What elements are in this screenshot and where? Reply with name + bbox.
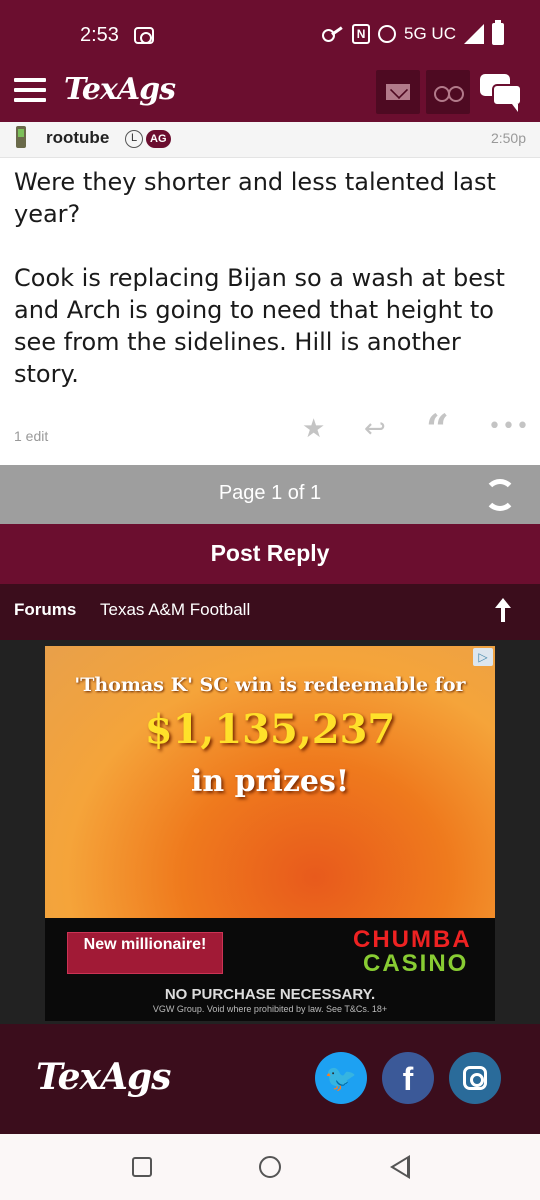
watch-button[interactable]: [426, 70, 470, 114]
mail-icon: [386, 84, 410, 100]
app-header: TexAgs: [0, 68, 540, 122]
footer: TexAgs 🐦 f: [0, 1024, 540, 1134]
edit-note[interactable]: 1 edit: [14, 428, 48, 444]
level-badge: L: [125, 130, 143, 148]
breadcrumb: Forums Texas A&M Football: [0, 584, 540, 640]
pagination-bar: Page 1 of 1: [0, 465, 540, 524]
post-time: 2:50p: [490, 130, 526, 146]
more-options-icon[interactable]: •••: [488, 414, 530, 439]
messages-button[interactable]: [376, 70, 420, 114]
nfc-icon: N: [352, 24, 371, 44]
facebook-icon[interactable]: f: [382, 1052, 434, 1104]
screen-record-icon: [134, 27, 154, 44]
advertisement[interactable]: ▷ 'Thomas K' SC win is redeemable for $1…: [45, 646, 495, 1021]
ad-headline: 'Thomas K' SC win is redeemable for: [74, 674, 466, 696]
ad-amount: $1,135,237: [144, 706, 396, 753]
page-indicator[interactable]: Page 1 of 1: [0, 482, 540, 505]
ad-container: ▷ 'Thomas K' SC win is redeemable for $1…: [0, 640, 540, 1024]
quote-icon[interactable]: “: [426, 406, 449, 453]
ad-banner-bottom: New millionaire! CHUMBA CASINO NO PURCHA…: [45, 918, 495, 1021]
footer-logo[interactable]: TexAgs: [36, 1056, 171, 1098]
ad-prizes-text: in prizes!: [190, 764, 349, 799]
post-author-row: rootube L AG 2:50p: [0, 122, 540, 158]
binoculars-icon: [434, 86, 464, 102]
ag-badge: AG: [146, 130, 171, 148]
status-time: 2:53: [80, 24, 119, 46]
refresh-icon[interactable]: [484, 479, 516, 511]
ad-fine-print: VGW Group. Void where prohibited by law.…: [152, 1004, 388, 1014]
recents-icon[interactable]: [132, 1157, 152, 1177]
reply-icon[interactable]: ↩: [364, 414, 386, 444]
chat-icon[interactable]: [480, 74, 524, 114]
android-nav-bar: [0, 1134, 540, 1200]
post-paragraph: Were they shorter and less talented last…: [14, 168, 496, 228]
status-icons: N 5G UC: [322, 20, 504, 45]
post-paragraph: Cook is replacing Bijan so a wash at bes…: [14, 264, 505, 388]
back-icon[interactable]: [390, 1155, 410, 1179]
ad-choices-icon[interactable]: ▷: [473, 648, 493, 666]
vpn-key-icon: [322, 27, 344, 42]
star-icon[interactable]: ★: [302, 414, 325, 444]
scroll-top-icon[interactable]: [492, 598, 514, 624]
menu-icon[interactable]: [14, 78, 46, 102]
ad-badge: New millionaire!: [67, 932, 223, 974]
texags-logo[interactable]: TexAgs: [64, 72, 176, 107]
network-type: 5G UC: [404, 24, 456, 43]
mobile-phone-icon: [16, 126, 26, 148]
breadcrumb-forums[interactable]: Forums: [14, 600, 76, 620]
breadcrumb-subforum[interactable]: Texas A&M Football: [100, 600, 250, 620]
ad-brand-casino: CASINO: [363, 950, 469, 977]
home-icon[interactable]: [259, 1156, 281, 1178]
ad-legal: NO PURCHASE NECESSARY.: [164, 986, 376, 1003]
ad-banner-top: ▷ 'Thomas K' SC win is redeemable for $1…: [45, 646, 495, 918]
instagram-icon[interactable]: [449, 1052, 501, 1104]
post-body: Were they shorter and less talented last…: [14, 166, 524, 422]
alarm-icon: [378, 25, 397, 43]
twitter-icon[interactable]: 🐦: [315, 1052, 367, 1104]
status-bar: 2:53 N 5G UC: [0, 0, 540, 68]
post-reply-button[interactable]: Post Reply: [0, 524, 540, 584]
post-reply-label: Post Reply: [210, 540, 330, 566]
post-username[interactable]: rootube: [46, 128, 109, 148]
signal-icon: [464, 24, 484, 44]
battery-icon: [492, 20, 504, 45]
